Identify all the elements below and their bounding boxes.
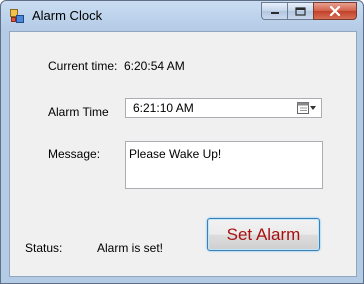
status-label: Status:	[25, 241, 63, 255]
title-bar[interactable]: Alarm Clock	[1, 1, 363, 31]
close-icon	[329, 6, 341, 16]
form-client-area: Current time: 6:20:54 AM Alarm Time 6:21…	[9, 31, 357, 277]
calendar-dropdown-icon[interactable]	[296, 101, 318, 115]
alarm-time-value: 6:21:10 AM	[133, 101, 194, 115]
maximize-icon	[295, 6, 306, 16]
message-input[interactable]: Please Wake Up!	[125, 141, 323, 189]
set-alarm-button[interactable]: Set Alarm	[207, 218, 320, 251]
status-value: Alarm is set!	[97, 241, 164, 255]
caption-buttons	[261, 2, 357, 21]
maximize-button[interactable]	[287, 2, 313, 20]
alarm-time-picker[interactable]: 6:21:10 AM	[125, 98, 322, 118]
window-title: Alarm Clock	[32, 8, 103, 23]
current-time-value: 6:20:54 AM	[124, 59, 185, 73]
minimize-button[interactable]	[261, 2, 287, 20]
close-button[interactable]	[313, 2, 357, 20]
message-label: Message:	[48, 147, 101, 161]
alarm-time-label: Alarm Time	[48, 105, 109, 119]
minimize-icon	[270, 12, 279, 14]
alarm-clock-window: Alarm Clock Current time: 6:20:54 AM Ala…	[0, 0, 364, 284]
application-icon	[10, 9, 24, 23]
current-time-label: Current time:	[48, 59, 118, 73]
